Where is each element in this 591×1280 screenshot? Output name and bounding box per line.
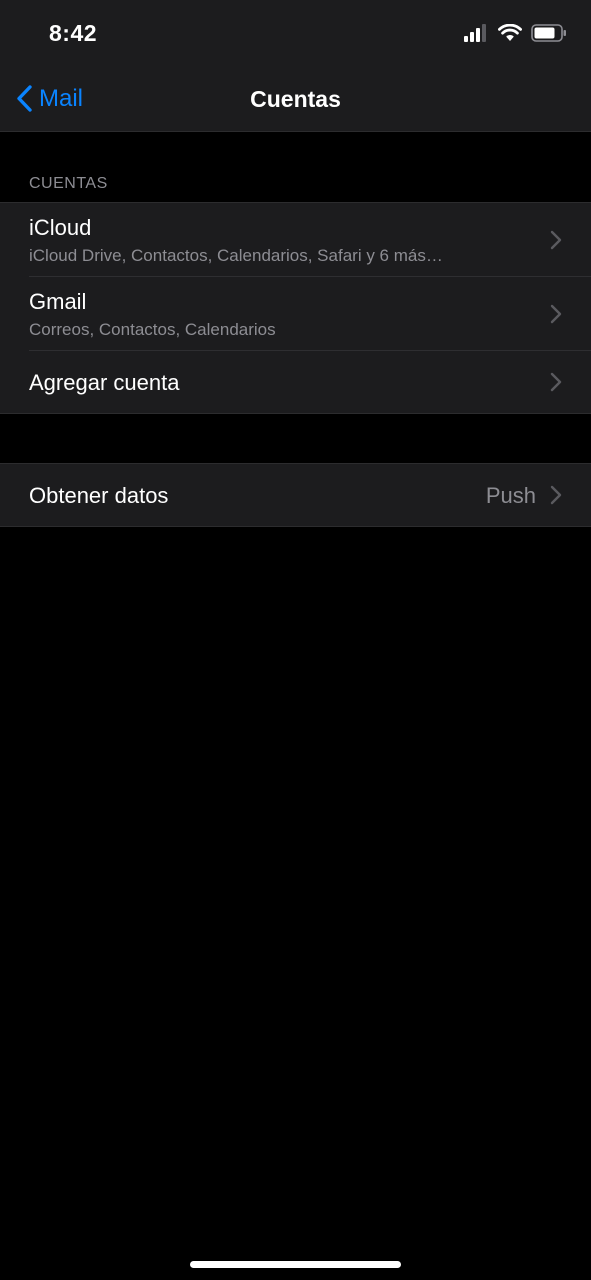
account-title: iCloud [29, 215, 92, 240]
wifi-icon [498, 24, 522, 41]
fetch-settings-list: Obtener datos Push [0, 463, 591, 527]
chevron-left-icon [17, 85, 32, 112]
fetch-data-value: Push [485, 483, 536, 508]
fetch-data-row[interactable]: Obtener datos Push [0, 464, 591, 526]
status-time: 8:42 [49, 20, 98, 46]
chevron-right-icon [550, 230, 562, 250]
account-subtitle: Correos, Contactos, Calendarios [29, 320, 276, 339]
cellular-signal-icon [464, 24, 486, 42]
account-row-icloud[interactable]: iCloud iCloud Drive, Contactos, Calendar… [0, 203, 591, 277]
chevron-right-icon [550, 485, 562, 505]
status-bar: 8:42 [0, 0, 591, 68]
back-button[interactable]: Mail [16, 84, 83, 113]
battery-icon [531, 24, 566, 42]
fetch-data-label: Obtener datos [29, 483, 169, 508]
add-account-label: Agregar cuenta [29, 370, 180, 395]
account-row-gmail[interactable]: Gmail Correos, Contactos, Calendarios [0, 277, 591, 351]
chevron-right-icon [550, 304, 562, 324]
chevron-right-icon [550, 372, 562, 392]
account-title: Gmail [29, 289, 87, 314]
section-header-accounts: CUENTAS [29, 175, 108, 192]
account-subtitle: iCloud Drive, Contactos, Calendarios, Sa… [29, 246, 443, 265]
status-icons [464, 24, 567, 42]
back-label: Mail [39, 84, 84, 112]
home-indicator[interactable] [190, 1261, 401, 1268]
accounts-list: iCloud iCloud Drive, Contactos, Calendar… [0, 202, 591, 414]
navigation-bar: Mail Cuentas [0, 68, 591, 132]
page-title: Cuentas [250, 86, 341, 112]
add-account-row[interactable]: Agregar cuenta [0, 351, 591, 413]
